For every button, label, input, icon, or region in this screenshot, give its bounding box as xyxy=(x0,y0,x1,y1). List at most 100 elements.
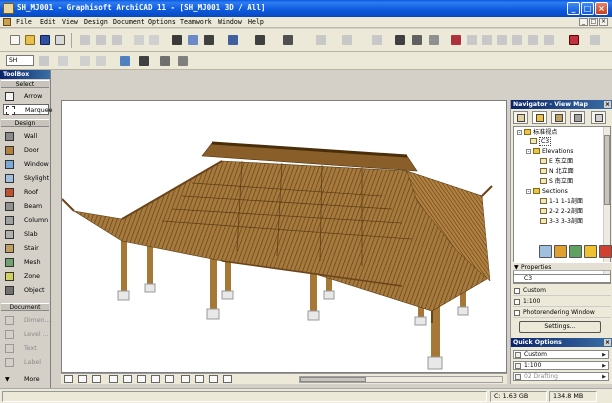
menu-window[interactable]: Window xyxy=(218,18,242,26)
menu-teamwork[interactable]: Teamwork xyxy=(180,18,212,26)
tree-scrollbar[interactable] xyxy=(603,127,610,283)
tool-window[interactable]: Window xyxy=(3,159,49,170)
horizontal-scrollbar[interactable] xyxy=(299,376,503,383)
tab-layout-book[interactable] xyxy=(551,111,566,124)
properties-header[interactable]: ▼ Properties xyxy=(513,262,611,271)
mdi-minimize-button[interactable]: _ xyxy=(579,18,588,26)
clone-button[interactable] xyxy=(569,245,582,258)
window-icon[interactable] xyxy=(92,375,101,383)
open-icon[interactable] xyxy=(25,35,35,45)
scroll-thumb[interactable] xyxy=(300,377,366,382)
tool-wall[interactable]: Wall xyxy=(3,131,49,142)
zoom-box-icon[interactable] xyxy=(80,56,90,66)
scale-select[interactable]: 1:100 ▶ xyxy=(513,361,609,370)
navigate-icon[interactable] xyxy=(120,56,130,66)
tool-more[interactable]: ▼ More xyxy=(3,374,49,385)
new-view-button[interactable] xyxy=(539,245,552,258)
tool-beam[interactable]: Beam xyxy=(3,201,49,212)
tool-marquee[interactable]: Marquee xyxy=(3,104,53,115)
tool-text[interactable]: Text xyxy=(3,343,49,354)
new-icon[interactable] xyxy=(10,35,20,45)
tree-item[interactable]: 3-3 3-3剖面 xyxy=(540,218,583,226)
view-mode-icon[interactable] xyxy=(64,375,73,383)
collapse-icon[interactable]: - xyxy=(517,130,522,136)
mdi-close-button[interactable]: × xyxy=(599,18,608,26)
pick-up-icon[interactable] xyxy=(188,35,198,45)
tree-item[interactable]: C3 xyxy=(530,137,552,146)
story-dropdown[interactable]: SH xyxy=(6,55,34,66)
menu-file[interactable]: File xyxy=(16,18,32,26)
tree-item[interactable]: E 东立面 xyxy=(540,158,573,166)
menu-design[interactable]: Design xyxy=(84,18,108,26)
walk-icon[interactable] xyxy=(139,56,149,66)
print-icon[interactable] xyxy=(55,35,65,45)
camera-icon[interactable] xyxy=(160,56,170,66)
stretch-icon[interactable] xyxy=(544,35,554,45)
document-icon[interactable] xyxy=(3,18,11,26)
menu-help[interactable]: Help xyxy=(248,18,264,26)
new-folder-button[interactable] xyxy=(554,245,567,258)
mdi-restore-button[interactable]: □ xyxy=(589,18,598,26)
tool-roof[interactable]: Roof xyxy=(3,187,49,198)
menu-view[interactable]: View xyxy=(62,18,78,26)
property-row[interactable]: 1:100 xyxy=(513,297,611,307)
zoom-fit-icon[interactable] xyxy=(109,375,118,383)
orbit-icon[interactable] xyxy=(181,375,190,383)
tool-label[interactable]: Label xyxy=(3,357,49,368)
lock-icon[interactable] xyxy=(372,35,382,45)
zoom-out-icon[interactable] xyxy=(137,375,146,383)
tool-skylight[interactable]: Skylight xyxy=(3,173,49,184)
minimize-button[interactable]: _ xyxy=(567,2,580,15)
3d-viewport[interactable] xyxy=(61,100,507,373)
zoom-extents-icon[interactable] xyxy=(195,375,204,383)
group-icon[interactable] xyxy=(342,35,352,45)
scroll-thumb[interactable] xyxy=(604,135,610,205)
maximize-button[interactable]: □ xyxy=(581,2,594,15)
elevate-icon[interactable] xyxy=(512,35,522,45)
tab-organizer[interactable] xyxy=(591,111,606,124)
pan-icon[interactable] xyxy=(165,375,174,383)
penset-select[interactable]: 02 Drafting ▶ xyxy=(513,372,609,381)
zoom-selection-icon[interactable] xyxy=(209,375,218,383)
tab-project-map[interactable] xyxy=(513,111,528,124)
close-icon[interactable]: × xyxy=(604,339,611,346)
tab-publisher[interactable] xyxy=(570,111,585,124)
close-button[interactable]: × xyxy=(595,2,608,15)
trace-icon[interactable] xyxy=(412,35,422,45)
redo-icon[interactable] xyxy=(149,35,159,45)
close-trace-icon[interactable] xyxy=(429,35,439,45)
paste-icon[interactable] xyxy=(112,35,122,45)
collapse-icon[interactable]: - xyxy=(526,189,531,195)
tool-stair[interactable]: Stair xyxy=(3,243,49,254)
tree-item[interactable]: - 标准视点 xyxy=(517,129,557,137)
tree-item[interactable]: S 南立面 xyxy=(540,178,573,186)
layout-icon[interactable] xyxy=(78,375,87,383)
zoom-previous-icon[interactable] xyxy=(151,375,160,383)
cut-icon[interactable] xyxy=(80,35,90,45)
tool-zone[interactable]: Zone xyxy=(3,271,49,282)
tool-dimension[interactable]: Dimen... xyxy=(3,315,51,326)
open-folder-button[interactable] xyxy=(584,245,597,258)
magic-wand-icon[interactable] xyxy=(228,35,238,45)
properties-id-field[interactable]: C3 xyxy=(513,274,611,283)
tool-column[interactable]: Column xyxy=(3,215,49,226)
snap-icon[interactable] xyxy=(255,35,265,45)
arrow-red-icon[interactable] xyxy=(451,35,461,45)
mirror-icon[interactable] xyxy=(497,35,507,45)
tool-door[interactable]: Door xyxy=(3,145,49,156)
delete-button[interactable] xyxy=(599,245,612,258)
tree-item[interactable]: 2-2 2-2剖面 xyxy=(540,208,583,216)
go-icon[interactable] xyxy=(96,56,106,66)
photo-icon[interactable] xyxy=(178,56,188,66)
split-icon[interactable] xyxy=(590,35,600,45)
property-row[interactable]: Custom xyxy=(513,286,611,296)
drag-icon[interactable] xyxy=(528,35,538,45)
close-icon[interactable]: × xyxy=(604,101,611,108)
move-icon[interactable] xyxy=(467,35,477,45)
menu-edit[interactable]: Edit xyxy=(40,18,56,26)
zoom-in-icon[interactable] xyxy=(123,375,132,383)
collapse-icon[interactable]: - xyxy=(526,149,531,155)
layers-icon[interactable] xyxy=(395,35,405,45)
pen-set-icon[interactable] xyxy=(58,56,68,66)
story-up-icon[interactable] xyxy=(39,56,49,66)
